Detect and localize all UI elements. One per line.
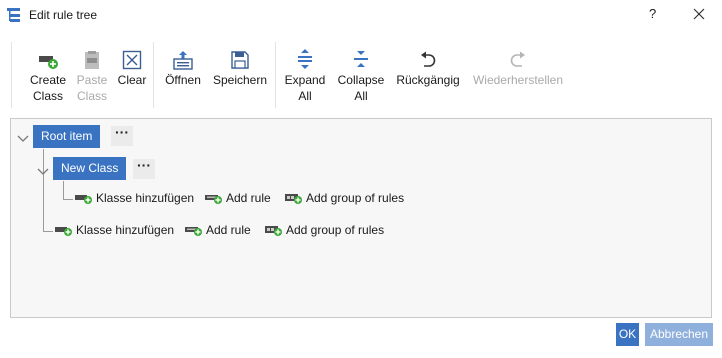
new-class-node[interactable]: New Class: [53, 157, 127, 180]
child-add-class-label: Klasse hinzufügen: [96, 191, 195, 205]
add-group-icon: [265, 224, 283, 236]
expand-all-icon: [282, 42, 328, 70]
toolbar-separator: [153, 42, 154, 108]
collapse-all-button[interactable]: Collapse All: [336, 42, 386, 108]
undo-icon: [396, 42, 460, 70]
save-label: Speichern: [212, 73, 268, 87]
title-bar: Edit rule tree ?: [0, 0, 722, 30]
child-add-group-label: Add group of rules: [306, 191, 405, 205]
toolbar-left-separator: [11, 42, 12, 108]
root-item-node[interactable]: Root item: [33, 125, 101, 148]
rule-tree-app-icon: [6, 7, 22, 26]
undo-button[interactable]: Rückgängig: [396, 42, 460, 108]
open-icon: [161, 42, 205, 70]
root-add-rule-action[interactable]: Add rule: [185, 221, 251, 239]
add-rule-icon: [185, 224, 203, 236]
toolbar: Create Class Paste Class Clear Öffnen Sp…: [16, 42, 576, 112]
paste-class-icon: [74, 42, 110, 70]
chevron-down-icon[interactable]: [17, 132, 29, 142]
add-class-icon: [55, 224, 73, 236]
child-add-class-action[interactable]: Klasse hinzufügen: [75, 189, 194, 207]
add-group-icon: [285, 192, 303, 204]
rule-tree-panel: Root item ··· New Class ··· Klasse hinzu…: [10, 118, 712, 318]
undo-label: Rückgängig: [396, 73, 460, 87]
clear-button[interactable]: Clear: [115, 42, 149, 108]
create-class-label-1: Create: [29, 73, 67, 87]
open-label: Öffnen: [165, 73, 201, 87]
clear-label: Clear: [117, 73, 147, 87]
root-add-class-action[interactable]: Klasse hinzufügen: [55, 221, 174, 239]
chevron-down-icon[interactable]: [37, 165, 49, 175]
close-icon[interactable]: [692, 5, 706, 23]
expand-all-label-2: All: [298, 89, 312, 103]
root-add-group-label: Add group of rules: [286, 223, 385, 237]
child-add-rule-action[interactable]: Add rule: [205, 189, 271, 207]
child-add-group-action[interactable]: Add group of rules: [285, 189, 404, 207]
create-class-label-2: Class: [32, 89, 63, 103]
clear-icon: [115, 42, 149, 70]
root-add-class-label: Klasse hinzufügen: [76, 223, 175, 237]
paste-class-button[interactable]: Paste Class: [74, 42, 110, 108]
expand-all-label-1: Expand: [284, 73, 326, 87]
save-button[interactable]: Speichern: [212, 42, 268, 108]
create-class-icon: [28, 42, 68, 70]
help-button[interactable]: ?: [649, 6, 656, 21]
expand-all-button[interactable]: Expand All: [282, 42, 328, 108]
ok-button[interactable]: OK: [616, 323, 639, 346]
open-button[interactable]: Öffnen: [161, 42, 205, 108]
tree-connector: [63, 181, 64, 199]
tree-connector: [43, 149, 44, 231]
collapse-all-icon: [336, 42, 386, 70]
cancel-button[interactable]: Abbrechen: [645, 323, 713, 346]
new-class-more-button[interactable]: ···: [133, 158, 155, 179]
collapse-all-label-2: All: [354, 89, 368, 103]
add-rule-icon: [205, 192, 223, 204]
collapse-all-label-1: Collapse: [337, 73, 385, 87]
add-class-icon: [75, 192, 93, 204]
paste-class-label-1: Paste: [76, 73, 108, 87]
child-add-rule-label: Add rule: [226, 191, 271, 205]
toolbar-separator: [275, 42, 276, 108]
root-add-group-action[interactable]: Add group of rules: [265, 221, 384, 239]
window-title: Edit rule tree: [29, 8, 98, 22]
paste-class-label-2: Class: [76, 89, 107, 103]
tree-connector: [43, 231, 53, 232]
save-icon: [212, 42, 268, 70]
tree-connector: [63, 199, 73, 200]
root-more-button[interactable]: ···: [111, 125, 133, 146]
redo-label: Wiederherstellen: [472, 73, 564, 87]
create-class-button[interactable]: Create Class: [28, 42, 68, 108]
root-add-rule-label: Add rule: [206, 223, 251, 237]
redo-button[interactable]: Wiederherstellen: [472, 42, 564, 108]
redo-icon: [472, 42, 564, 70]
